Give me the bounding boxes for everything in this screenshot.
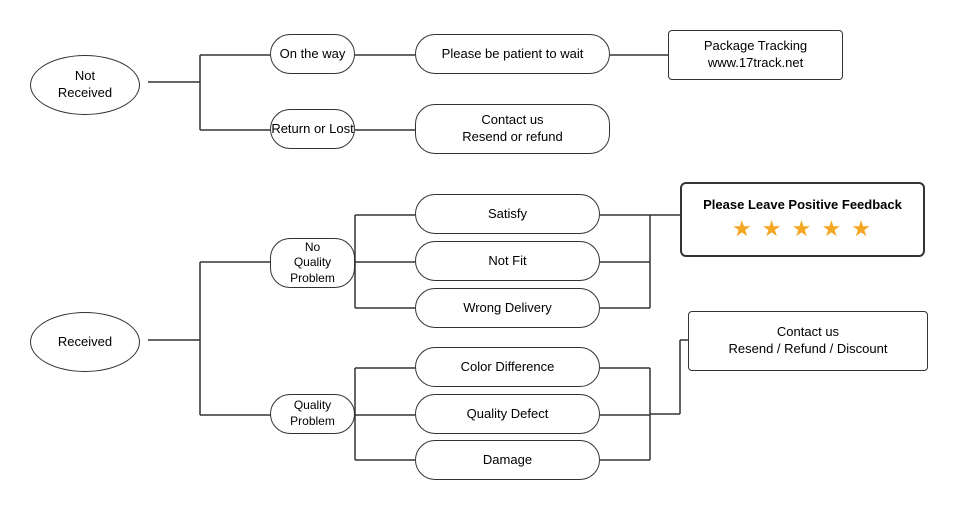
quality-defect-node: Quality Defect	[415, 394, 600, 434]
star-rating: ★ ★ ★ ★ ★	[732, 216, 873, 242]
damage-node: Damage	[415, 440, 600, 480]
color-difference-node: Color Difference	[415, 347, 600, 387]
diagram: Not Received On the way Please be patien…	[0, 0, 960, 513]
not-received-node: Not Received	[30, 55, 140, 115]
wrong-delivery-node: Wrong Delivery	[415, 288, 600, 328]
received-node: Received	[30, 312, 140, 372]
not-fit-node: Not Fit	[415, 241, 600, 281]
positive-feedback-label: Please Leave Positive Feedback	[703, 197, 902, 212]
on-the-way-node: On the way	[270, 34, 355, 74]
quality-problem-node: Quality Problem	[270, 394, 355, 434]
no-quality-problem-node: No Quality Problem	[270, 238, 355, 288]
package-tracking-node: Package Tracking www.17track.net	[668, 30, 843, 80]
positive-feedback-box: Please Leave Positive Feedback ★ ★ ★ ★ ★	[680, 182, 925, 257]
satisfy-node: Satisfy	[415, 194, 600, 234]
contact-resend-refund-discount-node: Contact us Resend / Refund / Discount	[688, 311, 928, 371]
patient-node: Please be patient to wait	[415, 34, 610, 74]
contact-resend-refund-node: Contact us Resend or refund	[415, 104, 610, 154]
return-or-lost-node: Return or Lost	[270, 109, 355, 149]
